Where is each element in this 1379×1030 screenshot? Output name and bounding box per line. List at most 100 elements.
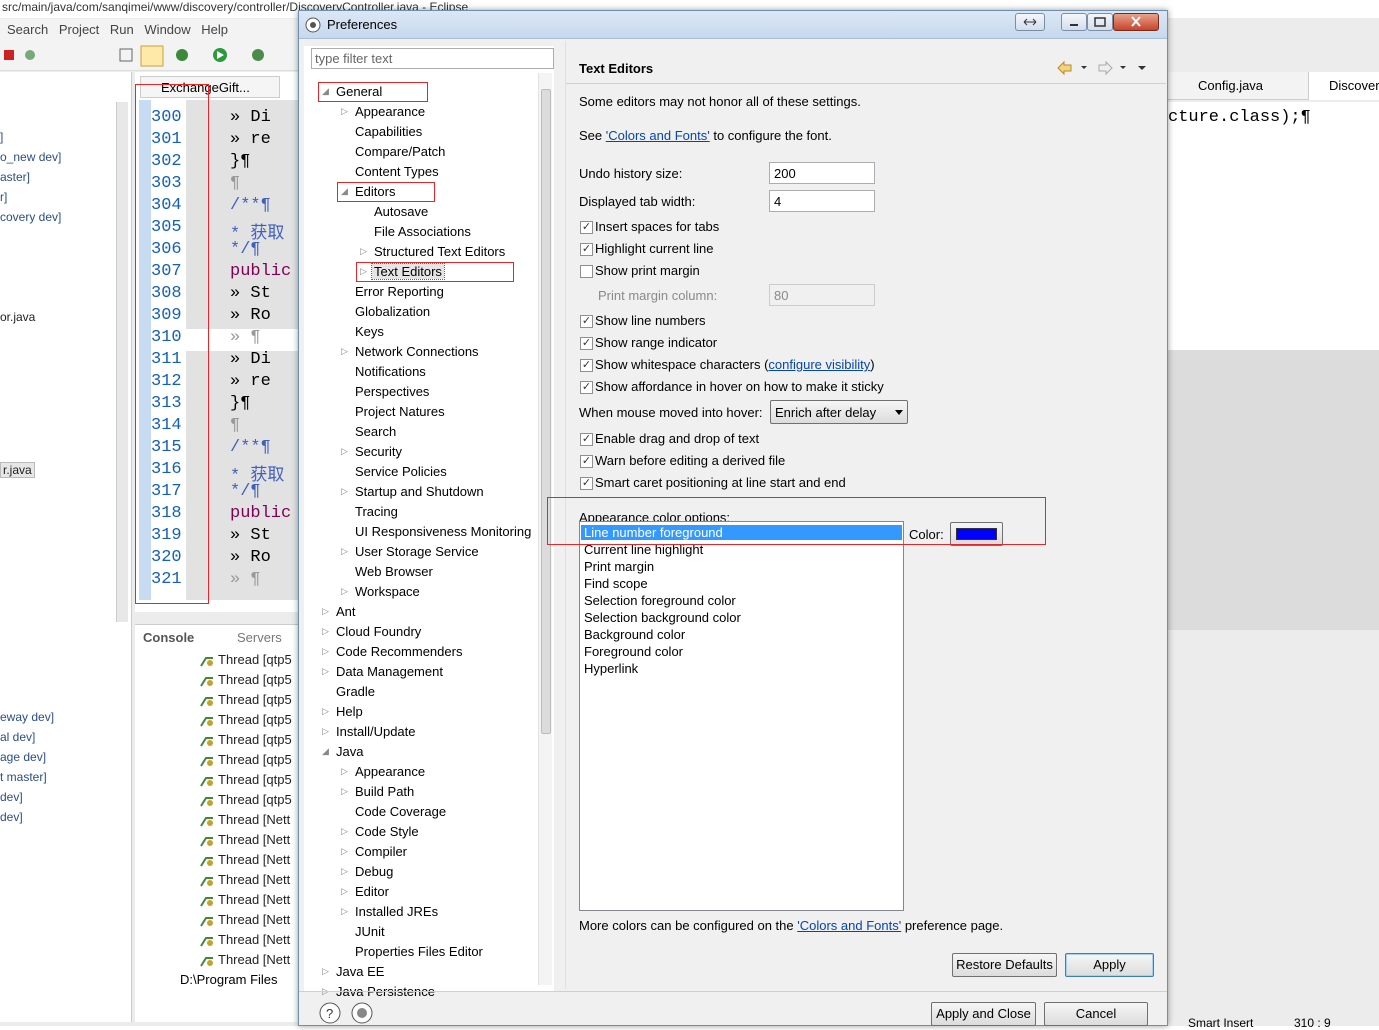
explorer-item[interactable]: ] [0, 130, 3, 144]
checkbox[interactable]: ✓ [580, 477, 593, 490]
color-option[interactable]: Selection background color [584, 610, 741, 625]
back-arrow-icon[interactable] [1057, 60, 1072, 76]
tree-item-compare-patch[interactable]: Compare/Patch [355, 144, 445, 159]
menu-run[interactable]: Run [110, 22, 134, 37]
tree-item-help[interactable]: Help [336, 704, 363, 719]
tree-item-user-storage-service[interactable]: User Storage Service [355, 544, 479, 559]
close-icon[interactable] [1113, 13, 1159, 31]
tree-item-keys[interactable]: Keys [355, 324, 384, 339]
checkbox[interactable]: ✓ [580, 433, 593, 446]
thread-item[interactable]: Thread [qtp5 [200, 672, 292, 688]
collapsed-arrow-icon[interactable]: ▷ [341, 486, 348, 497]
tree-item-data-management[interactable]: Data Management [336, 664, 443, 679]
explorer-item[interactable]: covery dev] [0, 210, 61, 224]
collapsed-arrow-icon[interactable]: ▷ [341, 846, 348, 857]
explorer-item[interactable]: dev] [0, 790, 23, 804]
color-option[interactable]: Selection foreground color [584, 593, 736, 608]
collapsed-arrow-icon[interactable]: ▷ [341, 906, 348, 917]
thread-item[interactable]: Thread [qtp5 [200, 732, 292, 748]
checkbox-label[interactable]: Highlight current line [595, 241, 714, 256]
collapsed-arrow-icon[interactable]: ▷ [322, 606, 329, 617]
collapsed-arrow-icon[interactable]: ▷ [322, 726, 329, 737]
restore-icon[interactable] [1015, 13, 1045, 31]
tree-item-junit[interactable]: JUnit [355, 924, 385, 939]
tree-item-error-reporting[interactable]: Error Reporting [355, 284, 444, 299]
program-files-item[interactable]: D:\Program Files [180, 972, 278, 987]
thread-item[interactable]: Thread [Nett [200, 812, 290, 828]
maximize-icon[interactable] [1087, 13, 1113, 31]
collapsed-arrow-icon[interactable]: ▷ [322, 706, 329, 717]
thread-item[interactable]: Thread [Nett [200, 892, 290, 908]
connect-icon[interactable] [25, 50, 35, 60]
tree-item-security[interactable]: Security [355, 444, 402, 459]
tree-item-network-connections[interactable]: Network Connections [355, 344, 479, 359]
checkbox-label[interactable]: Show line numbers [595, 313, 706, 328]
tree-item-gradle[interactable]: Gradle [336, 684, 375, 699]
thread-item[interactable]: Thread [qtp5 [200, 792, 292, 808]
color-option[interactable]: Print margin [584, 559, 654, 574]
collapsed-arrow-icon[interactable]: ▷ [341, 886, 348, 897]
color-option[interactable]: Hyperlink [584, 661, 638, 676]
thread-item[interactable]: Thread [qtp5 [200, 712, 292, 728]
checkbox-label[interactable]: Show print margin [595, 263, 700, 278]
tree-item-editor[interactable]: Editor [355, 884, 389, 899]
forward-menu-chevron-icon[interactable] [1120, 66, 1126, 69]
collapsed-arrow-icon[interactable]: ▷ [341, 446, 348, 457]
external-tools-icon[interactable] [252, 49, 264, 61]
menu-window[interactable]: Window [144, 22, 190, 37]
tree-item-java[interactable]: Java [336, 744, 363, 759]
tree-item-appearance[interactable]: Appearance [355, 764, 425, 779]
tree-item-code-recommenders[interactable]: Code Recommenders [336, 644, 462, 659]
thread-item[interactable]: Thread [qtp5 [200, 772, 292, 788]
menu-help[interactable]: Help [201, 22, 228, 37]
minimize-icon[interactable] [1061, 13, 1087, 31]
tree-item-properties-files-editor[interactable]: Properties Files Editor [355, 944, 483, 959]
explorer-item[interactable]: age dev] [0, 750, 46, 764]
checkbox[interactable]: ✓ [580, 381, 593, 394]
undo-history-input[interactable]: 200 [769, 162, 875, 184]
forward-arrow-icon[interactable] [1098, 60, 1113, 76]
dialog-titlebar[interactable]: Preferences [299, 11, 1167, 39]
collapsed-arrow-icon[interactable]: ▷ [341, 766, 348, 777]
checkbox[interactable]: ✓ [580, 337, 593, 350]
help-icon[interactable]: ? [319, 1002, 341, 1024]
hover-select[interactable]: Enrich after delay [770, 400, 908, 424]
debug-icon[interactable] [176, 49, 188, 61]
stop-icon[interactable] [4, 50, 14, 60]
checkbox[interactable] [580, 265, 593, 278]
more-colors-link[interactable]: 'Colors and Fonts' [797, 918, 901, 933]
tree-item-debug[interactable]: Debug [355, 864, 393, 879]
tree-item-ant[interactable]: Ant [336, 604, 356, 619]
checkbox[interactable]: ✓ [580, 221, 593, 234]
collapsed-arrow-icon[interactable]: ▷ [341, 826, 348, 837]
collapsed-arrow-icon[interactable]: ▷ [341, 546, 348, 557]
highlight-toggle-icon[interactable] [140, 45, 164, 67]
checkbox[interactable]: ✓ [580, 455, 593, 468]
tree-item-code-style[interactable]: Code Style [355, 824, 419, 839]
tree-scroll-thumb[interactable] [541, 89, 551, 734]
view-menu-icon[interactable] [1138, 66, 1146, 70]
apply-button[interactable]: Apply [1065, 953, 1154, 977]
collapsed-arrow-icon[interactable]: ▷ [341, 346, 348, 357]
explorer-item[interactable]: t master] [0, 770, 47, 784]
thread-item[interactable]: Thread [qtp5 [200, 652, 292, 668]
tree-item-startup-and-shutdown[interactable]: Startup and Shutdown [355, 484, 484, 499]
checkbox-label[interactable]: Insert spaces for tabs [595, 219, 719, 234]
tree-item-globalization[interactable]: Globalization [355, 304, 430, 319]
tree-item-java-ee[interactable]: Java EE [336, 964, 384, 979]
color-option[interactable]: Foreground color [584, 644, 683, 659]
tree-item-web-browser[interactable]: Web Browser [355, 564, 433, 579]
tree-item-workspace[interactable]: Workspace [355, 584, 420, 599]
color-options-list[interactable]: Line number foreground Current line highl… [579, 521, 904, 911]
explorer-item[interactable]: al dev] [0, 730, 35, 744]
checkbox[interactable]: ✓ [580, 243, 593, 256]
explorer-item[interactable]: r.java [0, 462, 35, 478]
thread-item[interactable]: Thread [qtp5 [200, 692, 292, 708]
tree-item-ui-responsiveness-monitoring[interactable]: UI Responsiveness Monitoring [355, 524, 531, 539]
explorer-item[interactable]: o_new dev] [0, 150, 61, 164]
tab-discover[interactable]: Discover [1308, 72, 1379, 100]
tree-item-structured-text-editors[interactable]: Structured Text Editors [374, 244, 505, 259]
explorer-item[interactable]: aster] [0, 170, 30, 184]
explorer-item[interactable]: eway dev] [0, 710, 54, 724]
color-option[interactable]: Find scope [584, 576, 648, 591]
